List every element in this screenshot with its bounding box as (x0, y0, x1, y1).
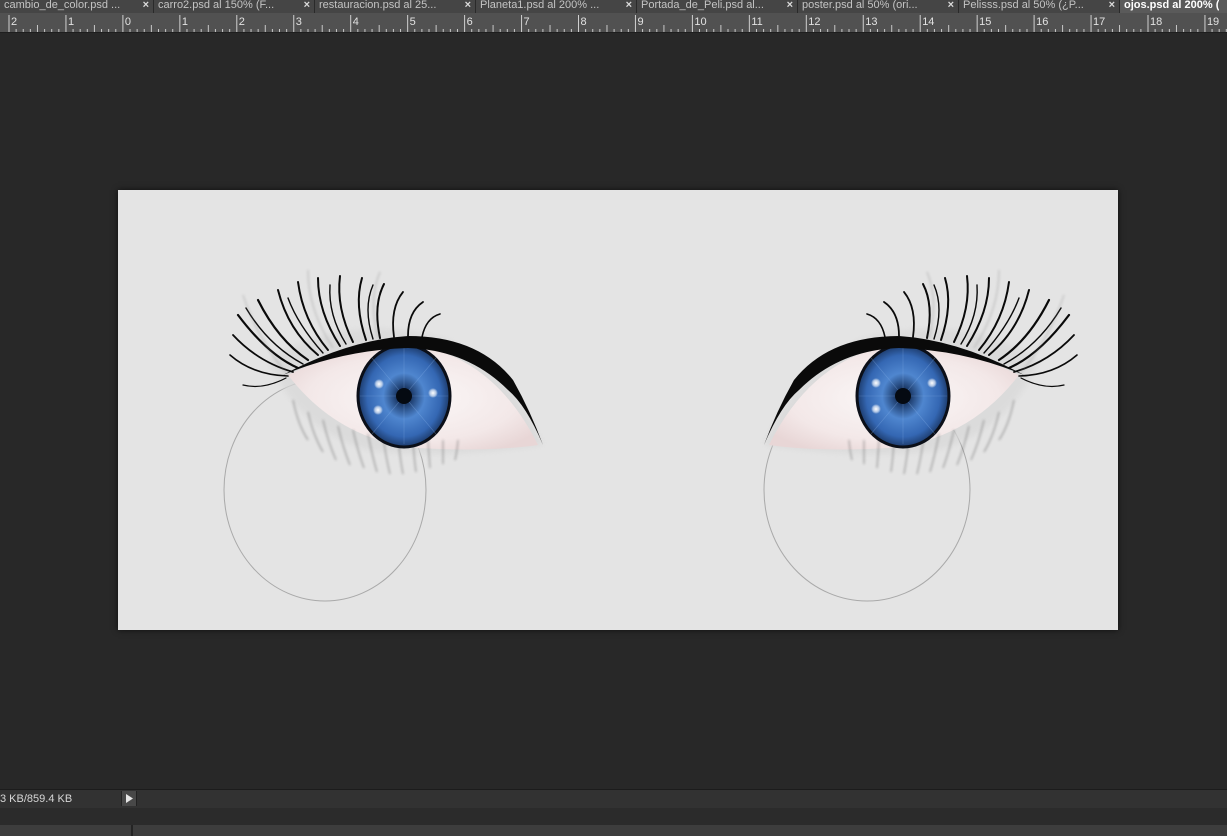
tab-label: ojos.psd al 200% ( (1124, 0, 1220, 11)
ruler-label: 19 (1207, 16, 1219, 28)
ruler-label: 1 (182, 16, 188, 28)
tab-label: Planeta1.psd al 200% ... (480, 0, 600, 11)
right-pupil (895, 388, 911, 404)
close-icon[interactable]: × (626, 0, 632, 12)
tab-carro2[interactable]: carro2.psd al 150% (F... × (154, 0, 315, 13)
document-canvas[interactable] (118, 190, 1118, 630)
panel-divider (131, 825, 133, 836)
tab-restauracion[interactable]: restauracion.psd al 25... × (315, 0, 476, 13)
close-icon[interactable]: × (465, 0, 471, 12)
close-icon[interactable]: × (1109, 0, 1115, 12)
tab-label: Portada_de_Peli.psd al... (641, 0, 764, 11)
close-icon[interactable]: × (143, 0, 149, 12)
close-icon[interactable]: × (948, 0, 954, 12)
tab-label: Pelisss.psd al 50% (¿P... (963, 0, 1084, 11)
ruler-label: 6 (467, 16, 473, 28)
ruler-label: 11 (751, 16, 762, 28)
tab-pelisss[interactable]: Pelisss.psd al 50% (¿P... × (959, 0, 1120, 13)
horizontal-ruler[interactable]: 2 1 0 1 2 3 4 5 6 7 8 9 10 11 12 13 14 15 16 17 18 19 (0, 13, 1227, 33)
bottom-panel-strip (0, 825, 1227, 836)
ruler-label: 4 (353, 16, 359, 28)
ruler-label: 5 (410, 16, 416, 28)
ruler-label: 18 (1150, 16, 1162, 28)
ruler-label: 16 (1036, 16, 1048, 28)
ruler-label: 14 (922, 16, 934, 28)
tab-poster[interactable]: poster.psd al 50% (ori... × (798, 0, 959, 13)
ruler-label: 9 (637, 16, 643, 28)
ruler-label: 17 (1093, 16, 1105, 28)
ruler-label: 2 (239, 16, 245, 28)
ruler-label: 13 (865, 16, 877, 28)
left-pupil (396, 388, 412, 404)
eyes-artwork (223, 269, 1078, 602)
status-bar: 3 KB/859.4 KB (0, 789, 1227, 809)
tab-ojos[interactable]: ojos.psd al 200% ( (1120, 0, 1227, 13)
ruler-label: 7 (524, 16, 530, 28)
status-menu-button[interactable] (121, 791, 137, 806)
ruler-label: 8 (581, 16, 587, 28)
right-eye (764, 269, 1078, 475)
ruler-label: 15 (979, 16, 991, 28)
triangle-right-icon (126, 794, 133, 803)
tab-planeta1[interactable]: Planeta1.psd al 200% ... × (476, 0, 637, 13)
tab-label: cambio_de_color.psd ... (4, 0, 121, 11)
left-eye (229, 269, 543, 475)
close-icon[interactable]: × (787, 0, 793, 12)
ruler-label: 3 (296, 16, 302, 28)
tab-label: restauracion.psd al 25... (319, 0, 437, 11)
document-size: 3 KB/859.4 KB (0, 793, 73, 805)
tab-label: poster.psd al 50% (ori... (802, 0, 918, 11)
ruler-label: 1 (68, 16, 74, 28)
ruler-label: 10 (694, 16, 706, 28)
tab-portada-de-peli[interactable]: Portada_de_Peli.psd al... × (637, 0, 798, 13)
tab-cambio-de-color[interactable]: cambio_de_color.psd ... × (0, 0, 154, 13)
ruler-label: 0 (125, 16, 131, 28)
ruler-label: 2 (11, 16, 17, 28)
document-tab-bar: cambio_de_color.psd ... × carro2.psd al … (0, 0, 1227, 13)
bottom-panel (0, 808, 1227, 836)
close-icon[interactable]: × (304, 0, 310, 12)
tab-label: carro2.psd al 150% (F... (158, 0, 275, 11)
ruler-ticks: 2 1 0 1 2 3 4 5 6 7 8 9 10 11 12 13 14 15 16 17 18 19 (8, 15, 1227, 32)
ruler-label: 12 (808, 16, 820, 28)
